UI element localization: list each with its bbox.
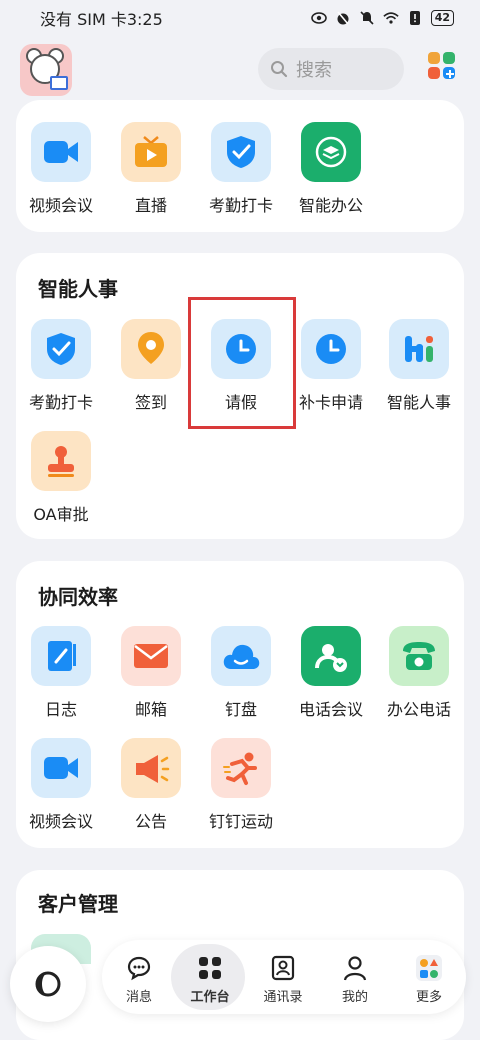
status-icons: 42 — [310, 10, 454, 26]
status-bar: 没有 SIM 卡3:25 42 — [0, 0, 480, 36]
shield-check-icon — [31, 319, 91, 379]
app-oa-approval[interactable]: OA审批 — [16, 431, 106, 525]
app-attendance[interactable]: 考勤打卡 — [16, 319, 106, 413]
app-mail[interactable]: 邮箱 — [106, 626, 196, 720]
highlight-box — [188, 297, 296, 429]
phone-contact-icon — [301, 626, 361, 686]
app-video-meeting[interactable]: 视频会议 — [16, 738, 106, 832]
video-camera-icon — [31, 738, 91, 798]
tab-messages[interactable]: 消息 — [108, 940, 170, 1014]
eye-icon — [310, 10, 327, 26]
avatar[interactable] — [20, 44, 72, 96]
location-pin-icon — [121, 319, 181, 379]
app-sports[interactable]: 钉钉运动 — [196, 738, 286, 832]
app-punch-card-request[interactable]: 补卡申请 — [286, 319, 376, 413]
app-smart-office[interactable]: 智能办公 — [286, 122, 376, 216]
top-bar: 搜索 — [0, 36, 480, 106]
mail-icon — [121, 626, 181, 686]
telephone-icon — [389, 626, 449, 686]
tab-me[interactable]: 我的 — [324, 940, 386, 1014]
tab-more[interactable]: 更多 — [398, 940, 460, 1014]
chat-bubble-icon — [108, 954, 170, 982]
tab-contacts[interactable]: 通讯录 — [252, 940, 314, 1014]
more-apps-icon — [398, 954, 460, 982]
wifi-icon — [383, 10, 399, 26]
video-camera-icon — [31, 122, 91, 182]
search-input[interactable]: 搜索 — [258, 48, 404, 90]
assistant-icon — [35, 971, 61, 997]
app-smart-hr[interactable]: 智能人事 — [374, 319, 464, 413]
bottom-tab-bar: 消息 工作台 通讯录 我的 更多 — [102, 940, 466, 1014]
app-log[interactable]: 日志 — [16, 626, 106, 720]
runner-icon — [211, 738, 271, 798]
status-time: 没有 SIM 卡3:25 — [40, 10, 163, 29]
search-icon — [271, 61, 288, 78]
layers-icon — [301, 122, 361, 182]
alarm-off-icon — [335, 10, 351, 26]
app-announcement[interactable]: 公告 — [106, 738, 196, 832]
stamp-icon — [31, 431, 91, 491]
contacts-icon — [252, 954, 314, 982]
assistant-button[interactable] — [10, 946, 86, 1022]
add-app-icon[interactable] — [428, 52, 458, 82]
app-office-phone[interactable]: 办公电话 — [374, 626, 464, 720]
section-title: 协同效率 — [38, 585, 118, 609]
app-attendance[interactable]: 考勤打卡 — [196, 122, 286, 216]
clock-icon — [301, 319, 361, 379]
person-icon — [324, 954, 386, 982]
tv-play-icon — [121, 122, 181, 182]
top-apps-card: 视频会议 直播 考勤打卡 智能办公 — [16, 100, 464, 232]
app-phone-meeting[interactable]: 电话会议 — [286, 626, 376, 720]
section-title: 智能人事 — [38, 277, 118, 301]
notebook-pen-icon — [31, 626, 91, 686]
shield-check-icon — [211, 122, 271, 182]
megaphone-icon — [121, 738, 181, 798]
bell-off-icon — [359, 10, 375, 26]
search-placeholder: 搜索 — [296, 60, 332, 81]
section-title: 客户管理 — [38, 892, 118, 916]
app-drive[interactable]: 钉盘 — [196, 626, 286, 720]
tab-workbench[interactable]: 工作台 — [171, 940, 245, 1014]
cloud-icon — [211, 626, 271, 686]
grid-icon — [179, 954, 241, 982]
collab-section-card: 协同效率 日志 邮箱 钉盘 电话会议 办公电话 视频会议 公告 钉钉运动 — [16, 561, 464, 848]
app-check-in[interactable]: 签到 — [106, 319, 196, 413]
battery-indicator: 42 — [430, 10, 454, 26]
app-live[interactable]: 直播 — [106, 122, 196, 216]
app-video-meeting[interactable]: 视频会议 — [16, 122, 106, 216]
alert-icon — [407, 10, 423, 26]
hi-logo-icon — [389, 319, 449, 379]
